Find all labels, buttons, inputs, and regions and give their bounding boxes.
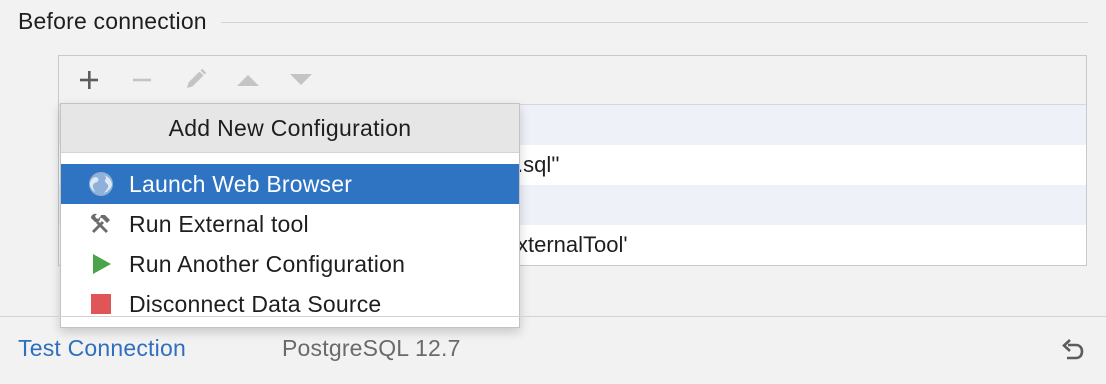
stop-icon bbox=[87, 290, 115, 318]
move-up-icon bbox=[237, 75, 259, 86]
menu-item-run-external-tool[interactable]: Run External tool bbox=[61, 204, 519, 244]
footer-divider bbox=[0, 316, 1106, 317]
before-connection-header: Before connection bbox=[18, 6, 1088, 36]
menu-item-launch-web-browser[interactable]: Launch Web Browser bbox=[61, 164, 519, 204]
test-connection-link[interactable]: Test Connection bbox=[18, 335, 186, 362]
move-down-icon bbox=[290, 74, 312, 85]
section-divider bbox=[220, 21, 1088, 23]
menu-item-label: Run Another Configuration bbox=[129, 250, 406, 277]
add-button[interactable] bbox=[71, 62, 107, 98]
menu-item-label: Launch Web Browser bbox=[129, 170, 353, 197]
menu-item-disconnect-data-source[interactable]: Disconnect Data Source bbox=[61, 284, 519, 324]
menu-item-label: Run External tool bbox=[129, 210, 309, 237]
popup-title: Add New Configuration bbox=[61, 104, 519, 153]
menu-item-run-another-configuration[interactable]: Run Another Configuration bbox=[61, 244, 519, 284]
popup-menu: Launch Web Browser Run External tool Run… bbox=[61, 153, 519, 324]
edit-button[interactable] bbox=[177, 62, 213, 98]
section-title: Before connection bbox=[18, 7, 207, 34]
driver-version-label: PostgreSQL 12.7 bbox=[282, 335, 461, 361]
add-new-configuration-popup: Add New Configuration Launch Web Browser bbox=[60, 103, 520, 328]
move-down-button[interactable] bbox=[283, 62, 319, 98]
remove-icon bbox=[133, 78, 151, 82]
edit-icon bbox=[187, 68, 207, 88]
tasks-toolbar bbox=[59, 56, 1086, 105]
menu-item-label: Disconnect Data Source bbox=[129, 290, 382, 317]
add-icon bbox=[80, 71, 98, 89]
undo-icon bbox=[1062, 339, 1084, 360]
remove-button[interactable] bbox=[124, 62, 160, 98]
tools-icon bbox=[87, 210, 115, 238]
move-up-button[interactable] bbox=[230, 62, 266, 98]
globe-icon bbox=[87, 170, 115, 198]
revert-button[interactable] bbox=[1058, 337, 1086, 365]
run-icon bbox=[87, 250, 115, 278]
